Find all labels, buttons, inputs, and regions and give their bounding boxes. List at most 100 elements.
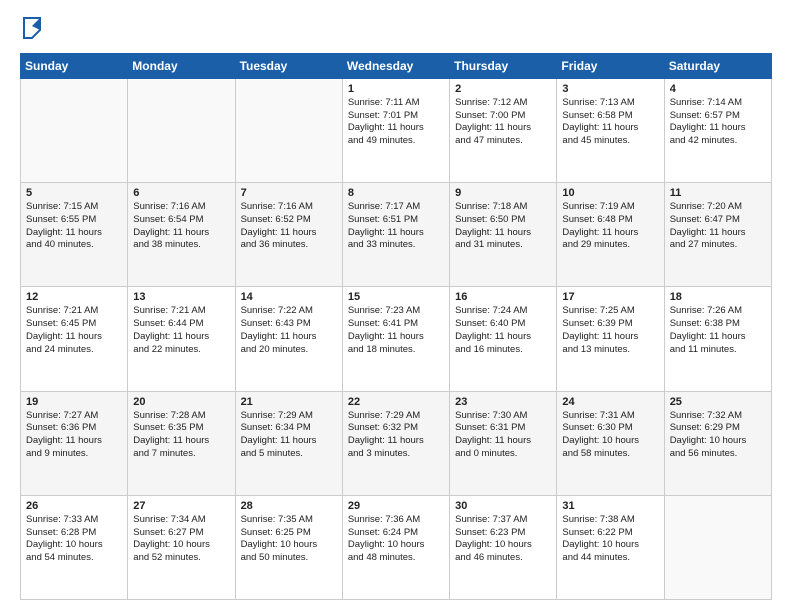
day-info: Sunrise: 7:11 AM Sunset: 7:01 PM Dayligh… — [348, 97, 444, 148]
weekday-header-wednesday: Wednesday — [342, 53, 449, 78]
weekday-header-row: SundayMondayTuesdayWednesdayThursdayFrid… — [21, 53, 772, 78]
day-number: 14 — [241, 291, 337, 303]
calendar-cell: 17 Sunrise: 7:25 AM Sunset: 6:39 PM Dayli… — [557, 287, 664, 391]
weekday-header-saturday: Saturday — [664, 53, 771, 78]
day-info: Sunrise: 7:24 AM Sunset: 6:40 PM Dayligh… — [455, 305, 551, 356]
day-number: 31 — [562, 500, 658, 512]
day-number: 1 — [348, 83, 444, 95]
day-number: 29 — [348, 500, 444, 512]
day-number: 17 — [562, 291, 658, 303]
logo — [20, 16, 42, 45]
calendar-cell: 22 Sunrise: 7:29 AM Sunset: 6:32 PM Dayli… — [342, 391, 449, 495]
day-info: Sunrise: 7:21 AM Sunset: 6:44 PM Dayligh… — [133, 305, 229, 356]
calendar-cell: 23 Sunrise: 7:30 AM Sunset: 6:31 PM Dayli… — [450, 391, 557, 495]
calendar-week-row: 26 Sunrise: 7:33 AM Sunset: 6:28 PM Dayli… — [21, 495, 772, 599]
day-number: 4 — [670, 83, 766, 95]
day-info: Sunrise: 7:29 AM Sunset: 6:32 PM Dayligh… — [348, 410, 444, 461]
calendar-cell — [235, 78, 342, 182]
calendar-week-row: 12 Sunrise: 7:21 AM Sunset: 6:45 PM Dayli… — [21, 287, 772, 391]
weekday-header-thursday: Thursday — [450, 53, 557, 78]
weekday-header-tuesday: Tuesday — [235, 53, 342, 78]
calendar-cell: 10 Sunrise: 7:19 AM Sunset: 6:48 PM Dayli… — [557, 183, 664, 287]
day-number: 12 — [26, 291, 122, 303]
day-number: 22 — [348, 396, 444, 408]
day-info: Sunrise: 7:33 AM Sunset: 6:28 PM Dayligh… — [26, 514, 122, 565]
calendar-cell: 26 Sunrise: 7:33 AM Sunset: 6:28 PM Dayli… — [21, 495, 128, 599]
day-number: 8 — [348, 187, 444, 199]
day-number: 9 — [455, 187, 551, 199]
calendar-cell: 2Sunrise: 7:12 AM Sunset: 7:00 PM Daylig… — [450, 78, 557, 182]
day-number: 18 — [670, 291, 766, 303]
day-number: 27 — [133, 500, 229, 512]
logo-text — [20, 16, 42, 45]
day-number: 21 — [241, 396, 337, 408]
day-number: 24 — [562, 396, 658, 408]
day-info: Sunrise: 7:29 AM Sunset: 6:34 PM Dayligh… — [241, 410, 337, 461]
day-info: Sunrise: 7:38 AM Sunset: 6:22 PM Dayligh… — [562, 514, 658, 565]
day-number: 28 — [241, 500, 337, 512]
day-info: Sunrise: 7:16 AM Sunset: 6:52 PM Dayligh… — [241, 201, 337, 252]
weekday-header-friday: Friday — [557, 53, 664, 78]
day-number: 23 — [455, 396, 551, 408]
calendar-cell: 3 Sunrise: 7:13 AM Sunset: 6:58 PM Daylig… — [557, 78, 664, 182]
calendar-cell: 11 Sunrise: 7:20 AM Sunset: 6:47 PM Dayli… — [664, 183, 771, 287]
day-info: Sunrise: 7:16 AM Sunset: 6:54 PM Dayligh… — [133, 201, 229, 252]
header — [20, 16, 772, 45]
day-info: Sunrise: 7:28 AM Sunset: 6:35 PM Dayligh… — [133, 410, 229, 461]
calendar-cell — [664, 495, 771, 599]
day-number: 11 — [670, 187, 766, 199]
day-info: Sunrise: 7:25 AM Sunset: 6:39 PM Dayligh… — [562, 305, 658, 356]
weekday-header-monday: Monday — [128, 53, 235, 78]
day-info: Sunrise: 7:14 AM Sunset: 6:57 PM Dayligh… — [670, 97, 766, 148]
day-number: 15 — [348, 291, 444, 303]
calendar-cell — [128, 78, 235, 182]
page: SundayMondayTuesdayWednesdayThursdayFrid… — [0, 0, 792, 612]
calendar-week-row: 1 Sunrise: 7:11 AM Sunset: 7:01 PM Daylig… — [21, 78, 772, 182]
day-info: Sunrise: 7:27 AM Sunset: 6:36 PM Dayligh… — [26, 410, 122, 461]
day-info: Sunrise: 7:32 AM Sunset: 6:29 PM Dayligh… — [670, 410, 766, 461]
day-number: 3 — [562, 83, 658, 95]
day-info: Sunrise: 7:35 AM Sunset: 6:25 PM Dayligh… — [241, 514, 337, 565]
calendar-week-row: 19 Sunrise: 7:27 AM Sunset: 6:36 PM Dayli… — [21, 391, 772, 495]
calendar-cell: 27 Sunrise: 7:34 AM Sunset: 6:27 PM Dayli… — [128, 495, 235, 599]
logo-icon — [22, 16, 42, 40]
day-info: Sunrise: 7:23 AM Sunset: 6:41 PM Dayligh… — [348, 305, 444, 356]
calendar-cell: 31 Sunrise: 7:38 AM Sunset: 6:22 PM Dayli… — [557, 495, 664, 599]
day-info: Sunrise: 7:34 AM Sunset: 6:27 PM Dayligh… — [133, 514, 229, 565]
calendar-cell: 20Sunrise: 7:28 AM Sunset: 6:35 PM Dayli… — [128, 391, 235, 495]
calendar-cell — [21, 78, 128, 182]
day-info: Sunrise: 7:21 AM Sunset: 6:45 PM Dayligh… — [26, 305, 122, 356]
day-number: 6 — [133, 187, 229, 199]
calendar-cell: 7 Sunrise: 7:16 AM Sunset: 6:52 PM Daylig… — [235, 183, 342, 287]
calendar-cell: 30 Sunrise: 7:37 AM Sunset: 6:23 PM Dayli… — [450, 495, 557, 599]
day-info: Sunrise: 7:19 AM Sunset: 6:48 PM Dayligh… — [562, 201, 658, 252]
calendar-week-row: 5Sunrise: 7:15 AM Sunset: 6:55 PM Daylig… — [21, 183, 772, 287]
calendar-cell: 6 Sunrise: 7:16 AM Sunset: 6:54 PM Daylig… — [128, 183, 235, 287]
calendar-cell: 21 Sunrise: 7:29 AM Sunset: 6:34 PM Dayli… — [235, 391, 342, 495]
day-info: Sunrise: 7:17 AM Sunset: 6:51 PM Dayligh… — [348, 201, 444, 252]
calendar-cell: 24 Sunrise: 7:31 AM Sunset: 6:30 PM Dayli… — [557, 391, 664, 495]
calendar-cell: 8 Sunrise: 7:17 AM Sunset: 6:51 PM Daylig… — [342, 183, 449, 287]
day-info: Sunrise: 7:15 AM Sunset: 6:55 PM Dayligh… — [26, 201, 122, 252]
calendar-cell: 25Sunrise: 7:32 AM Sunset: 6:29 PM Dayli… — [664, 391, 771, 495]
calendar-cell: 5Sunrise: 7:15 AM Sunset: 6:55 PM Daylig… — [21, 183, 128, 287]
calendar-cell: 15 Sunrise: 7:23 AM Sunset: 6:41 PM Dayli… — [342, 287, 449, 391]
day-number: 30 — [455, 500, 551, 512]
calendar-cell: 9 Sunrise: 7:18 AM Sunset: 6:50 PM Daylig… — [450, 183, 557, 287]
day-info: Sunrise: 7:31 AM Sunset: 6:30 PM Dayligh… — [562, 410, 658, 461]
day-info: Sunrise: 7:20 AM Sunset: 6:47 PM Dayligh… — [670, 201, 766, 252]
calendar-cell: 28 Sunrise: 7:35 AM Sunset: 6:25 PM Dayli… — [235, 495, 342, 599]
day-info: Sunrise: 7:36 AM Sunset: 6:24 PM Dayligh… — [348, 514, 444, 565]
day-number: 7 — [241, 187, 337, 199]
day-info: Sunrise: 7:13 AM Sunset: 6:58 PM Dayligh… — [562, 97, 658, 148]
day-number: 16 — [455, 291, 551, 303]
day-info: Sunrise: 7:22 AM Sunset: 6:43 PM Dayligh… — [241, 305, 337, 356]
day-info: Sunrise: 7:12 AM Sunset: 7:00 PM Dayligh… — [455, 97, 551, 148]
day-number: 19 — [26, 396, 122, 408]
day-number: 26 — [26, 500, 122, 512]
day-info: Sunrise: 7:18 AM Sunset: 6:50 PM Dayligh… — [455, 201, 551, 252]
day-info: Sunrise: 7:37 AM Sunset: 6:23 PM Dayligh… — [455, 514, 551, 565]
day-number: 10 — [562, 187, 658, 199]
day-info: Sunrise: 7:30 AM Sunset: 6:31 PM Dayligh… — [455, 410, 551, 461]
calendar-cell: 1 Sunrise: 7:11 AM Sunset: 7:01 PM Daylig… — [342, 78, 449, 182]
